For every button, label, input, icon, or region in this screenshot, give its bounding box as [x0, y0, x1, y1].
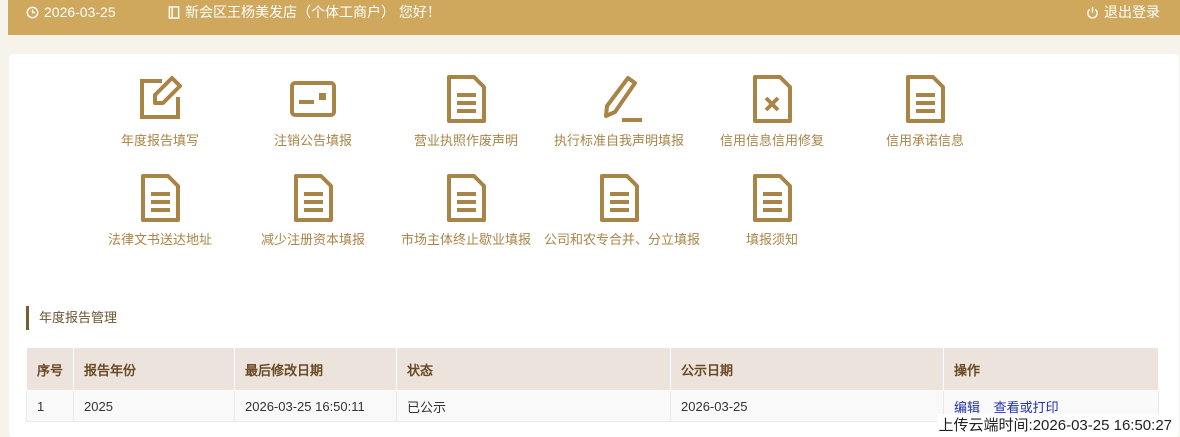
greeting-text: 新会区王杨美发店（个体工商户） 您好！	[185, 4, 441, 20]
document-icon	[294, 174, 333, 222]
date-display: 2026-03-25	[26, 0, 116, 25]
annual-report-table: 序号 报告年份 最后修改日期 状态 公示日期 操作 1 2025 2026-03…	[26, 347, 1159, 422]
col-header-no: 序号	[26, 347, 74, 391]
menu-label: 市场主体终止歇业填报	[400, 232, 531, 247]
menu-label: 注销公告填报	[273, 133, 352, 148]
cell-year: 2025	[73, 390, 235, 422]
greeting: 新会区王杨美发店（个体工商户） 您好！	[168, 0, 441, 25]
power-icon	[1086, 6, 1099, 19]
menu-item-legal-address[interactable]: 法律文书送达地址	[85, 173, 235, 263]
col-header-actions: 操作	[943, 347, 1159, 391]
menu-item-cancel-notice[interactable]: 注销公告填报	[238, 74, 388, 164]
edit-link[interactable]: 编辑	[954, 400, 980, 415]
menu-item-annual-report[interactable]: 年度报告填写	[85, 74, 235, 164]
document-icon	[141, 174, 180, 222]
menu-label: 营业执照作废声明	[413, 133, 518, 148]
clock-icon	[26, 6, 39, 19]
card-icon	[290, 81, 336, 117]
cell-published: 2026-03-25	[670, 390, 944, 422]
menu-label: 减少注册资本填报	[260, 232, 365, 247]
section-title: 年度报告管理	[26, 306, 117, 330]
menu-item-license-void[interactable]: 营业执照作废声明	[391, 74, 541, 164]
menu-item-standard-declaration[interactable]: 执行标准自我声明填报	[544, 74, 694, 164]
menu-item-credit-repair[interactable]: 信用信息信用修复	[697, 74, 847, 164]
edit-icon	[140, 76, 182, 119]
menu-item-merger-split[interactable]: 公司和农专合并、分立填报	[544, 173, 701, 263]
document-icon	[447, 174, 486, 222]
pencil-icon	[604, 76, 642, 122]
date-text: 2026-03-25	[44, 4, 116, 20]
menu-item-capital-reduction[interactable]: 减少注册资本填报	[238, 173, 388, 263]
document-icon	[600, 174, 639, 222]
document-icon	[447, 75, 486, 123]
menu-item-instructions[interactable]: 填报须知	[697, 173, 847, 263]
col-header-year: 报告年份	[73, 347, 235, 391]
menu-label: 执行标准自我声明填报	[553, 133, 684, 148]
menu-item-credit-commitment[interactable]: 信用承诺信息	[850, 74, 1000, 164]
document-x-icon	[753, 75, 792, 123]
col-header-status: 状态	[396, 347, 671, 391]
menu-label: 信用承诺信息	[885, 133, 964, 148]
book-icon	[168, 6, 180, 19]
menu-label: 信用信息信用修复	[719, 133, 824, 148]
upload-time-overlay: 上传云端时间:2026-03-25 16:50:27	[936, 414, 1174, 435]
view-print-link[interactable]: 查看或打印	[994, 400, 1059, 415]
logout-button[interactable]: 退出登录	[1086, 0, 1160, 25]
menu-label: 年度报告填写	[120, 133, 199, 148]
cell-status: 已公示	[396, 390, 671, 422]
menu-label: 填报须知	[745, 232, 798, 247]
table-header-row: 序号 报告年份 最后修改日期 状态 公示日期 操作	[26, 347, 1159, 391]
main-panel: 年度报告填写 注销公告填报 营业执照作废声明 执行标准自我声明填报 信用信息信用…	[9, 54, 1179, 437]
menu-label: 公司和农专合并、分立填报	[544, 232, 701, 247]
cell-modified: 2026-03-25 16:50:11	[234, 390, 397, 422]
col-header-published: 公示日期	[670, 347, 944, 391]
logout-label: 退出登录	[1104, 4, 1160, 20]
menu-label: 法律文书送达地址	[107, 232, 212, 247]
cell-no: 1	[26, 390, 74, 422]
top-bar: 2026-03-25 新会区王杨美发店（个体工商户） 您好！ 退出登录	[8, 0, 1180, 35]
document-icon	[753, 174, 792, 222]
menu-item-termination[interactable]: 市场主体终止歇业填报	[391, 173, 541, 263]
col-header-modified: 最后修改日期	[234, 347, 397, 391]
document-icon	[906, 75, 945, 123]
